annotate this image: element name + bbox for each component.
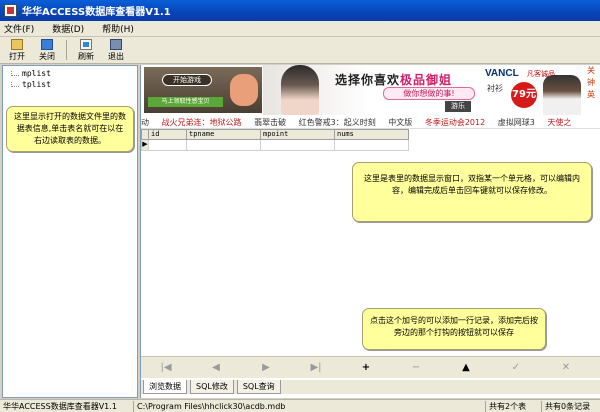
callout-data-pane-help: 这里是表里的数据显示窗口，双指某一个单元格，可以编辑内容，编辑完成后单击回车键就… [352,162,592,222]
ad-person-image [281,65,319,115]
ad-vancl[interactable]: VANCL 凡客诚品 衬衫 79元 [481,65,585,115]
ad-shirt-label: 衬衫 [487,84,503,93]
ad-game-2[interactable]: 选择你喜欢极品御姐 做你想做的事! 游乐 [263,65,479,115]
window-title: 华华ACCESS数据库查看器V1.1 [22,7,171,18]
column-header-mpoint[interactable]: mpoint [261,129,335,140]
close-label: 关闭 [39,51,55,61]
tree-item-tplist[interactable]: tplist [11,80,51,89]
row-indicator-icon: ▶ [141,140,149,151]
ad-hands-image [230,74,258,106]
nav-edit-button[interactable]: ▲ [441,362,491,373]
open-label: 打开 [9,51,25,61]
tab-browse-data[interactable]: 浏览数据 [143,380,187,394]
status-record-count: 共有0条记录 [545,401,591,411]
news-link[interactable]: 战火兄弟连：地狱公路 [162,118,242,127]
news-link[interactable]: 动 [141,118,149,127]
column-header-nums[interactable]: nums [335,129,409,140]
nav-cancel-button[interactable]: ✕ [541,362,591,373]
nav-post-button[interactable]: ✓ [491,362,541,373]
menu-bar: 文件(F) 数据(D) 帮助(H) [0,21,600,37]
status-table-count: 共有2个表 [486,400,542,412]
grid-corner [141,129,149,140]
toolbar-separator [66,40,67,60]
folder-open-icon [11,38,23,50]
news-link[interactable]: 红色警戒3：起义时刻 [299,118,376,127]
table-cell[interactable] [187,140,261,151]
table-row[interactable]: ▶ [141,140,409,151]
nav-first-button[interactable]: |◀ [141,362,191,373]
ad-slogan-highlight: 极品御姐 [400,73,453,87]
tab-sql-query[interactable]: SQL查询 [236,380,281,394]
ad-slogan-text: 选择你喜欢 [335,73,401,87]
ad-edge-text: 英 [587,90,595,99]
column-header-id[interactable]: id [149,129,187,140]
table-cell[interactable] [335,140,409,151]
nav-insert-button[interactable]: + [341,362,391,373]
save-close-icon [41,38,53,50]
refresh-label: 刷新 [78,51,94,61]
status-bar: 华华ACCESS数据库查看器V1.1 C:\Program Files\hhcl… [0,399,600,412]
nav-next-button[interactable]: ▶ [241,362,291,373]
exit-button[interactable]: 退出 [101,38,131,62]
news-link[interactable]: 天使之 [547,118,571,127]
tree-branch-line [11,71,19,76]
column-header-tpname[interactable]: tpname [187,129,261,140]
nav-delete-button[interactable]: − [391,362,441,373]
table-cell[interactable] [261,140,335,151]
ad-model-image [543,75,581,115]
ad-game-button[interactable]: 开始游戏 [162,74,212,86]
status-file-path: C:\Program Files\hhclick30\acdb.mdb [134,400,486,412]
ad-edge-text: 关 [587,66,595,75]
news-link[interactable]: 翡翠击破 [254,118,286,127]
nav-prior-button[interactable]: ◀ [191,362,241,373]
refresh-button[interactable]: 刷新 [71,38,101,62]
ad-banner[interactable]: 开始游戏 马上领取性感宝贝 选择你喜欢极品御姐 做你想做的事! 游乐 VANCL… [141,65,600,115]
tree-item-label: mplist [22,69,51,78]
refresh-icon [80,38,92,50]
ad-slogan: 选择你喜欢极品御姐 [335,71,452,88]
exit-door-icon [110,38,122,50]
record-navigator: |◀ ◀ ▶ ▶| + − ▲ ✓ ✕ [141,356,600,378]
callout-left-pane-help: 这里显示打开的数据文件里的数据表信息,单击表名就可在以在右边读取表的数据。 [6,106,134,152]
open-button[interactable]: 打开 [2,38,32,62]
app-icon [4,4,17,17]
news-link[interactable]: 冬季运动会2012 [425,118,485,127]
tree-item-label: tplist [22,80,51,89]
tree-item-mplist[interactable]: mplist [11,69,51,78]
title-bar: 华华ACCESS数据库查看器V1.1 [0,0,600,21]
toolbar: 打开 关闭 刷新 退出 [0,37,600,64]
ad-price-badge: 79元 [511,82,537,108]
nav-last-button[interactable]: ▶| [291,362,341,373]
bottom-tabs: 浏览数据 SQL修改 SQL查询 [141,380,600,394]
status-app-name: 华华ACCESS数据库查看器V1.1 [0,400,134,412]
ad-brand: VANCL [485,68,519,79]
news-link-bar: 动 战火兄弟连：地狱公路 翡翠击破 红色警戒3：起义时刻 中文版 冬季运动会20… [141,116,600,129]
close-button[interactable]: 关闭 [32,38,62,62]
ad-edge-text: 钟 [587,78,595,87]
ad-play-button[interactable]: 游乐 [445,101,471,112]
news-link[interactable]: 中文版 [388,118,412,127]
exit-label: 退出 [108,51,124,61]
ad-bubble: 做你想做的事! [383,87,475,100]
tree-branch-line [11,82,19,87]
grid-header: id tpname mpoint nums [141,129,409,140]
ad-game[interactable]: 开始游戏 马上领取性感宝贝 [144,67,262,113]
ad-game-subtext: 马上领取性感宝贝 [148,97,223,107]
table-cell[interactable] [149,140,187,151]
tab-sql-modify[interactable]: SQL修改 [190,380,234,394]
ad-edge[interactable]: 关 钟 英 [587,65,600,115]
menu-help[interactable]: 帮助(H) [102,22,134,35]
news-link[interactable]: 虚拟网球3 [498,118,535,127]
menu-file[interactable]: 文件(F) [4,22,34,35]
menu-data[interactable]: 数据(D) [52,22,84,35]
callout-insert-help: 点击这个加号的可以添加一行记录，添加完后按旁边的那个打钩的按钮就可以保存 [362,308,546,350]
